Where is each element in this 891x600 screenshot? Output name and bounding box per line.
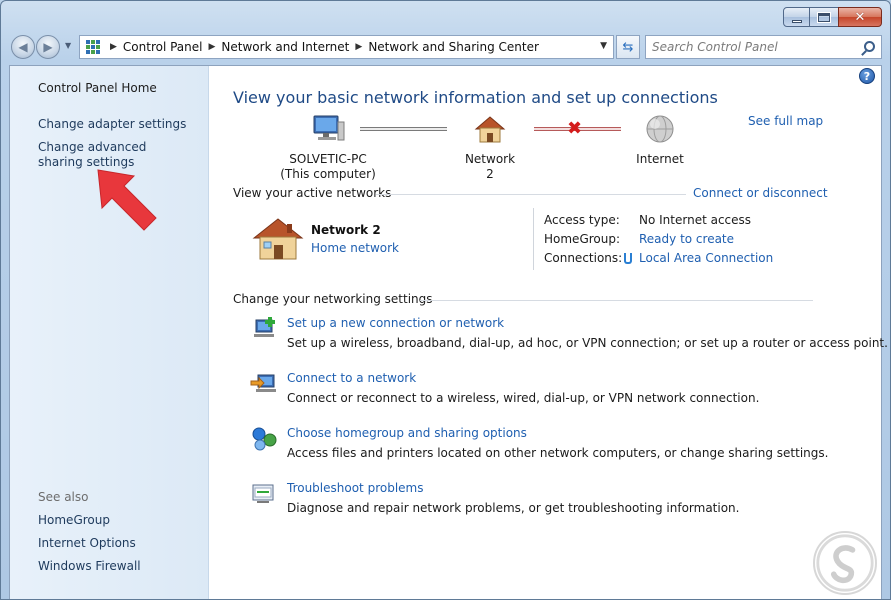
connections-label: Connections: — [544, 251, 623, 265]
back-button[interactable]: ◀ — [11, 35, 35, 59]
breadcrumb-network-and-internet[interactable]: Network and Internet — [221, 40, 349, 54]
back-arrow-icon: ◀ — [18, 40, 28, 54]
breadcrumb-separator-icon[interactable]: ▶ — [355, 42, 362, 52]
home-network-icon — [474, 116, 506, 143]
page-title: View your basic network information and … — [233, 88, 718, 107]
map-node-computer[interactable]: SOLVETIC-PC (This computer) — [280, 114, 376, 182]
network-property-values: No Internet access Ready to create Local… — [624, 211, 773, 268]
refresh-icon: ⇆ — [622, 39, 634, 55]
sidebar-item-change-adapter-settings[interactable]: Change adapter settings — [38, 117, 186, 132]
map-node-network[interactable]: Network 2 — [460, 114, 520, 182]
breadcrumb-network-sharing-center[interactable]: Network and Sharing Center — [368, 40, 539, 54]
connect-network-icon[interactable] — [250, 371, 278, 397]
vertical-divider — [533, 208, 534, 270]
minimize-icon — [791, 19, 802, 23]
homegroup-label: HomeGroup: — [544, 232, 621, 246]
address-bar[interactable]: ▶ Control Panel ▶ Network and Internet ▶… — [79, 35, 614, 59]
troubleshoot-description: Diagnose and repair network problems, or… — [287, 501, 740, 515]
active-networks-heading: View your active networks — [233, 186, 392, 200]
access-type-value: No Internet access — [639, 213, 752, 227]
help-icon[interactable]: ? — [859, 68, 875, 84]
content-area: Control Panel Home Change adapter settin… — [9, 65, 888, 599]
troubleshoot-icon[interactable] — [250, 481, 278, 507]
forward-button[interactable]: ▶ — [36, 35, 60, 59]
new-connection-icon[interactable] — [250, 316, 278, 342]
sidebar-item-homegroup[interactable]: HomeGroup — [38, 513, 110, 528]
maximize-button[interactable] — [809, 7, 839, 27]
see-full-map-link[interactable]: See full map — [748, 114, 823, 128]
close-button[interactable]: ✕ — [838, 7, 882, 27]
maximize-icon — [817, 11, 831, 23]
computer-subtitle: (This computer) — [280, 167, 376, 181]
network-property-labels: Access type: HomeGroup: Connections: — [544, 211, 622, 268]
see-also-heading: See also — [38, 490, 89, 504]
refresh-button[interactable]: ⇆ — [616, 35, 640, 59]
navigation-row: ◀ ▶ ▼ ▶ Control Panel ▶ Network and Inte… — [9, 33, 882, 61]
address-dropdown-icon[interactable]: ▼ — [600, 41, 607, 51]
window-frame: ✕ ◀ ▶ ▼ ▶ Control Panel ▶ Network and In… — [0, 0, 891, 600]
recent-pages-dropdown-icon[interactable]: ▼ — [65, 41, 71, 50]
minimize-button[interactable] — [783, 7, 810, 27]
no-connection-icon: ✖ — [567, 118, 583, 139]
active-network-name: Network 2 — [311, 223, 381, 237]
troubleshoot-link[interactable]: Troubleshoot problems — [287, 481, 423, 495]
map-link-computer-network — [360, 127, 447, 131]
sidebar-item-internet-options[interactable]: Internet Options — [38, 536, 136, 551]
lan-plug-icon — [624, 253, 632, 264]
home-network-large-icon[interactable] — [252, 216, 304, 262]
computer-name: SOLVETIC-PC — [289, 152, 367, 166]
computer-icon — [313, 115, 345, 141]
sidebar-item-windows-firewall[interactable]: Windows Firewall — [38, 559, 141, 574]
control-panel-icon — [86, 40, 100, 54]
close-icon: ✕ — [854, 9, 866, 25]
sidebar-item-control-panel-home[interactable]: Control Panel Home — [38, 81, 157, 96]
search-input[interactable] — [652, 40, 852, 54]
caption-buttons: ✕ — [783, 7, 882, 27]
access-type-label: Access type: — [544, 213, 620, 227]
main-panel: ? View your basic network information an… — [210, 66, 888, 599]
breadcrumb-control-panel[interactable]: Control Panel — [123, 40, 203, 54]
homegroup-sharing-description: Access files and printers located on oth… — [287, 446, 829, 460]
pointer-arrow-icon — [97, 169, 157, 231]
internet-node-label: Internet — [636, 152, 684, 166]
local-area-connection-link[interactable]: Local Area Connection — [639, 251, 773, 265]
homegroup-ready-link[interactable]: Ready to create — [639, 230, 773, 249]
breadcrumb-separator-icon[interactable]: ▶ — [110, 42, 117, 52]
map-node-internet[interactable]: Internet — [630, 114, 690, 167]
divider — [420, 300, 813, 301]
connect-or-disconnect-link[interactable]: Connect or disconnect — [693, 186, 828, 200]
setup-connection-link[interactable]: Set up a new connection or network — [287, 316, 504, 330]
internet-globe-icon — [646, 115, 674, 143]
connect-to-network-link[interactable]: Connect to a network — [287, 371, 416, 385]
forward-arrow-icon: ▶ — [43, 40, 53, 54]
connect-to-network-description: Connect or reconnect to a wireless, wire… — [287, 391, 760, 405]
homegroup-sharing-icon[interactable] — [250, 426, 278, 452]
network-type-link[interactable]: Home network — [311, 241, 399, 255]
network-node-label: Network 2 — [464, 152, 516, 181]
watermark-logo — [813, 531, 877, 595]
sidebar: Control Panel Home Change adapter settin… — [10, 66, 209, 599]
search-box[interactable] — [645, 35, 882, 59]
divider — [376, 194, 686, 195]
change-settings-heading: Change your networking settings — [233, 292, 433, 306]
homegroup-sharing-link[interactable]: Choose homegroup and sharing options — [287, 426, 527, 440]
setup-connection-description: Set up a wireless, broadband, dial-up, a… — [287, 336, 888, 350]
search-icon[interactable] — [864, 41, 875, 52]
breadcrumb-separator-icon[interactable]: ▶ — [209, 42, 216, 52]
